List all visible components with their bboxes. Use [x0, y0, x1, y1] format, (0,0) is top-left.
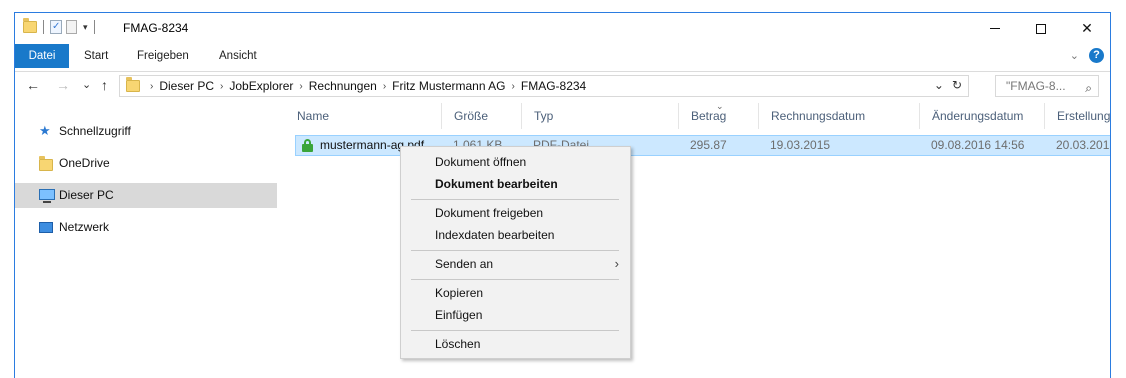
- navigation-pane: ★ Schnellzugriff OneDrive Dieser PC Netz…: [15, 109, 277, 378]
- column-header-size[interactable]: Größe: [442, 103, 522, 129]
- column-header-name[interactable]: Name: [285, 103, 442, 129]
- column-header-type[interactable]: Typ: [522, 103, 679, 129]
- lock-icon: [302, 139, 313, 152]
- address-bar[interactable]: › Dieser PC › JobExplorer › Rechnungen ›…: [119, 75, 969, 97]
- toolbar-separator: [93, 20, 95, 34]
- column-header-created[interactable]: Erstellungsd: [1045, 103, 1110, 129]
- menu-item-share-document[interactable]: Dokument freigeben: [401, 202, 630, 224]
- up-button[interactable]: ↑: [101, 77, 108, 93]
- title-bar: ✓ ▾ FMAG-8234 ✕: [15, 13, 1110, 44]
- sidebar-item-label: Netzwerk: [59, 220, 110, 234]
- breadcrumb-separator: ›: [299, 80, 303, 92]
- menu-item-label: Senden an: [435, 257, 494, 271]
- breadcrumb-fmag-8234[interactable]: FMAG-8234: [521, 79, 586, 93]
- sidebar-item-label: Schnellzugriff: [59, 124, 131, 138]
- breadcrumb-separator: ›: [220, 80, 224, 92]
- menu-separator: [411, 279, 619, 280]
- sort-indicator-icon: ⌄: [716, 101, 724, 111]
- sidebar-item-label: Dieser PC: [59, 188, 114, 202]
- toolbar-separator: [43, 20, 44, 34]
- menu-item-copy[interactable]: Kopieren: [401, 282, 630, 304]
- tab-view[interactable]: Ansicht: [207, 44, 269, 68]
- network-icon: [39, 222, 53, 233]
- help-icon[interactable]: ?: [1089, 48, 1104, 63]
- maximize-icon: [1036, 23, 1046, 34]
- file-created: 20.03.2015 1: [1056, 138, 1111, 152]
- breadcrumb-jobexplorer[interactable]: JobExplorer: [229, 79, 293, 93]
- window-title: FMAG-8234: [123, 21, 189, 35]
- search-input[interactable]: "FMAG-8... ⌕: [995, 75, 1099, 97]
- menu-item-send-to[interactable]: Senden an ›: [401, 253, 630, 275]
- file-amount: 295.87: [690, 138, 727, 152]
- menu-item-paste[interactable]: Einfügen: [401, 304, 630, 326]
- menu-item-delete[interactable]: Löschen: [401, 333, 630, 355]
- menu-item-open-document[interactable]: Dokument öffnen: [401, 151, 630, 173]
- close-button[interactable]: ✕: [1064, 13, 1110, 44]
- folder-icon: [126, 77, 140, 92]
- breadcrumb-dieser-pc[interactable]: Dieser PC: [159, 79, 214, 93]
- quick-access-toolbar: ✓ ▾: [23, 18, 97, 34]
- close-icon: ✕: [1081, 20, 1093, 36]
- context-menu: Dokument öffnen Dokument bearbeiten Doku…: [400, 146, 631, 359]
- file-invoice-date: 19.03.2015: [770, 138, 831, 152]
- navigation-bar: ← → ⌄ ↑ › Dieser PC › JobExplorer › Rech…: [15, 71, 1110, 99]
- address-dropdown-icon[interactable]: ⌄: [934, 78, 944, 92]
- menu-separator: [411, 199, 619, 200]
- submenu-arrow-icon: ›: [614, 256, 619, 271]
- breadcrumb-separator: ›: [150, 80, 154, 92]
- breadcrumb-fritz-mustermann[interactable]: Fritz Mustermann AG: [392, 79, 505, 93]
- menu-separator: [411, 250, 619, 251]
- folder-icon: [23, 18, 37, 33]
- menu-item-edit-document[interactable]: Dokument bearbeiten: [401, 173, 630, 195]
- breadcrumb-rechnungen[interactable]: Rechnungen: [309, 79, 377, 93]
- column-header-modified[interactable]: Änderungsdatum: [920, 103, 1045, 129]
- tab-file[interactable]: Datei: [15, 44, 69, 68]
- forward-button[interactable]: →: [56, 77, 70, 93]
- breadcrumb-separator: ›: [382, 80, 387, 92]
- sidebar-item-netzwerk[interactable]: Netzwerk: [15, 215, 277, 240]
- ribbon-tabs: Datei Start Freigeben Ansicht ⌄ ?: [15, 44, 1110, 68]
- search-icon: ⌕: [1085, 81, 1092, 95]
- sidebar-item-label: OneDrive: [59, 156, 110, 170]
- tab-share[interactable]: Freigeben: [125, 44, 201, 68]
- properties-icon[interactable]: ✓: [50, 20, 62, 34]
- back-button[interactable]: ←: [26, 77, 40, 93]
- menu-separator: [411, 330, 619, 331]
- expand-ribbon-icon[interactable]: ⌄: [1070, 49, 1079, 62]
- column-header-invoice-date[interactable]: Rechnungsdatum: [759, 103, 920, 129]
- sidebar-item-schnellzugriff[interactable]: ★ Schnellzugriff: [15, 119, 277, 144]
- refresh-icon[interactable]: ↻: [952, 78, 962, 92]
- breadcrumb-separator: ›: [511, 80, 515, 92]
- maximize-button[interactable]: [1018, 13, 1064, 44]
- file-modified: 09.08.2016 14:56: [931, 138, 1025, 152]
- tab-start[interactable]: Start: [72, 44, 120, 68]
- window-controls: ✕: [972, 13, 1110, 44]
- search-placeholder: "FMAG-8...: [1006, 79, 1066, 93]
- minimize-icon: [990, 28, 1000, 29]
- menu-item-edit-index-data[interactable]: Indexdaten bearbeiten: [401, 224, 630, 246]
- sidebar-item-dieser-pc[interactable]: Dieser PC: [15, 183, 277, 208]
- pin-icon: ★: [39, 123, 51, 138]
- new-folder-icon[interactable]: [66, 20, 77, 34]
- customize-toolbar-icon[interactable]: ▾: [83, 22, 88, 32]
- computer-icon: [39, 189, 55, 203]
- folder-icon: [39, 156, 53, 171]
- sidebar-item-onedrive[interactable]: OneDrive: [15, 151, 277, 176]
- recent-locations-button[interactable]: ⌄: [82, 78, 91, 91]
- minimize-button[interactable]: [972, 13, 1018, 44]
